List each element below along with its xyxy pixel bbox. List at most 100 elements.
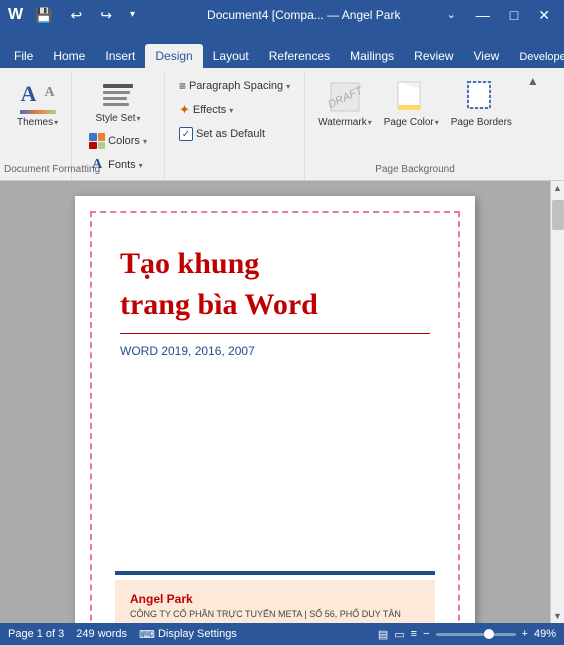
maximize-button[interactable]: □ (504, 6, 524, 24)
more-commands-icon[interactable]: ▾ (124, 8, 141, 22)
document-subtitle: WORD 2019, 2016, 2007 (120, 344, 430, 358)
document-content: Tạo khung trang bìa Word WORD 2019, 2016… (95, 216, 455, 623)
ribbon-group-styles: Style Set ▾ Colors ▾ A Fonts (72, 72, 165, 180)
watermark-icon: DRAFT (327, 79, 363, 115)
status-left: Page 1 of 3 249 words ⌨ Display Settings (8, 628, 237, 641)
minimize-button[interactable]: — (470, 6, 496, 24)
colors-dropdown-icon: ▾ (143, 137, 147, 146)
ribbon-tabs: File Home Insert Design Layout Reference… (0, 30, 564, 68)
document-page: Tạo khung trang bìa Word WORD 2019, 2016… (75, 196, 475, 623)
tab-references[interactable]: References (259, 44, 340, 68)
colors-button[interactable]: Colors ▾ (83, 130, 153, 152)
scrollbar: ▲ ▼ (550, 181, 564, 623)
document-spacer (120, 378, 430, 571)
style-set-icon (100, 78, 136, 112)
word-logo-icon: W (8, 6, 23, 24)
scroll-track[interactable] (551, 195, 564, 609)
page-bg-label: Page Background (305, 162, 525, 178)
themes-icon: A A (20, 79, 56, 115)
document-container: Tạo khung trang bìa Word WORD 2019, 2016… (0, 181, 550, 623)
zoom-level[interactable]: 49% (534, 628, 556, 640)
set-as-default-label: Set as Default (196, 128, 265, 140)
ribbon-group-page-bg: DRAFT Watermark ▾ Page (305, 72, 525, 180)
document-footer-company: CÔNG TY CỔ PHẦN TRỰC TUYẾN META | SỐ 56,… (130, 609, 420, 619)
document-footer-name: Angel Park (130, 592, 420, 606)
page-color-icon (393, 79, 429, 115)
doc-formatting-label: Document Formatting (4, 162, 71, 178)
colors-icon (89, 133, 105, 149)
fonts-dropdown-icon: ▾ (139, 161, 143, 170)
tab-insert[interactable]: Insert (95, 44, 145, 68)
tab-home[interactable]: Home (43, 44, 95, 68)
effects-dropdown-icon: ▾ (229, 106, 233, 115)
zoom-minus-button[interactable]: − (423, 628, 429, 640)
zoom-thumb (484, 629, 494, 639)
effects-label: Effects (193, 104, 226, 116)
paragraph-spacing-button[interactable]: ≡ Paragraph Spacing ▾ (173, 76, 296, 96)
save-icon[interactable]: 💾 (29, 6, 58, 24)
tab-view[interactable]: View (464, 44, 510, 68)
title-bar-right: ⌄ — □ ✕ (441, 6, 556, 24)
paragraph-spacing-icon: ≡ (179, 79, 186, 93)
view-icon-read[interactable]: ▭ (394, 628, 404, 641)
tab-mailings[interactable]: Mailings (340, 44, 404, 68)
style-set-dropdown-icon: ▾ (137, 114, 141, 123)
ribbon-collapse-button[interactable]: ▲ (525, 72, 541, 180)
tab-layout[interactable]: Layout (203, 44, 259, 68)
set-as-default-check-icon: ✓ (179, 127, 193, 141)
ribbon-group-spacing: ≡ Paragraph Spacing ▾ ✦ Effects ▾ ✓ Set … (165, 72, 305, 180)
fonts-icon: A (89, 157, 105, 173)
tab-file[interactable]: File (4, 44, 43, 68)
status-bar: Page 1 of 3 249 words ⌨ Display Settings… (0, 623, 564, 645)
page-info: Page 1 of 3 (8, 628, 64, 640)
fonts-label: Fonts (108, 159, 136, 171)
redo-icon[interactable]: ↪ (94, 6, 118, 24)
watermark-dropdown-icon: ▾ (368, 118, 372, 127)
title-bar: W 💾 ↩ ↪ ▾ Document4 [Compa... — Angel Pa… (0, 0, 564, 30)
close-button[interactable]: ✕ (532, 6, 556, 24)
themes-label: Themes (17, 117, 53, 128)
ribbon-toggle-icon[interactable]: ⌄ (441, 8, 462, 23)
watermark-button[interactable]: DRAFT Watermark ▾ (313, 76, 377, 131)
view-icon-normal[interactable]: ▤ (378, 628, 388, 641)
scroll-down-button[interactable]: ▼ (551, 609, 564, 623)
style-set-label: Style Set (96, 113, 136, 124)
document-blue-line (115, 571, 435, 575)
display-settings-button[interactable]: ⌨ Display Settings (139, 628, 237, 641)
tab-developer[interactable]: Developer (509, 46, 564, 68)
set-as-default-button[interactable]: ✓ Set as Default (173, 124, 271, 144)
tab-design[interactable]: Design (145, 44, 202, 68)
page-borders-label: Page Borders (451, 117, 512, 128)
title-text: Document4 [Compa... — Angel Park (207, 8, 400, 22)
view-icon-web[interactable]: ≡ (411, 628, 417, 640)
zoom-slider[interactable] (436, 633, 516, 636)
document-title-line1: Tạo khung (120, 246, 430, 282)
paragraph-spacing-dropdown-icon: ▾ (286, 82, 290, 91)
undo-icon[interactable]: ↩ (65, 6, 89, 24)
display-settings-label: Display Settings (158, 628, 237, 640)
page-color-dropdown-icon: ▾ (435, 118, 439, 127)
status-right: ▤ ▭ ≡ − + 49% (378, 628, 556, 641)
zoom-plus-button[interactable]: + (522, 628, 528, 640)
watermark-label: Watermark (318, 117, 367, 128)
style-set-button[interactable]: Style Set ▾ (93, 76, 144, 126)
main-area: Tạo khung trang bìa Word WORD 2019, 2016… (0, 181, 564, 623)
document-title-underline (120, 333, 430, 334)
page-color-label: Page Color (384, 117, 434, 128)
fonts-button[interactable]: A Fonts ▾ (83, 154, 153, 176)
colors-label: Colors (108, 135, 140, 147)
effects-star-icon: ✦ (179, 102, 190, 118)
effects-button[interactable]: ✦ Effects ▾ (173, 99, 239, 121)
scroll-up-button[interactable]: ▲ (551, 181, 564, 195)
word-count: 249 words (76, 628, 127, 640)
ribbon-group-themes: A A Themes ▾ Document Formatting (4, 72, 72, 180)
tab-review[interactable]: Review (404, 44, 463, 68)
scroll-thumb[interactable] (552, 200, 564, 230)
page-borders-icon (463, 79, 499, 115)
themes-button[interactable]: A A Themes ▾ (12, 76, 63, 131)
themes-dropdown-icon: ▾ (54, 118, 58, 127)
page-color-button[interactable]: Page Color ▾ (379, 76, 444, 131)
document-footer: Angel Park CÔNG TY CỔ PHẦN TRỰC TUYẾN ME… (115, 580, 435, 623)
ribbon: A A Themes ▾ Document Formatting (0, 68, 564, 181)
page-borders-button[interactable]: Page Borders (446, 76, 517, 131)
